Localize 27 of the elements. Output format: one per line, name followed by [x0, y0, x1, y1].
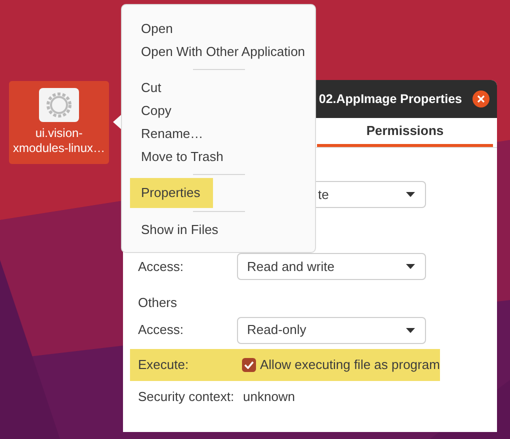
menu-item[interactable]: Move to Trash	[130, 145, 236, 168]
window-title: 02.AppImage Properties	[318, 90, 462, 108]
dropdown[interactable]: Read-only	[237, 316, 426, 344]
field-label: Execute:	[138, 356, 190, 374]
desktop-file-icon[interactable]: ui.vision-xmodules-linux…	[9, 81, 109, 164]
field-label: Access:	[138, 258, 185, 276]
file-name: ui.vision-xmodules-linux…	[12, 126, 106, 156]
checkbox-label[interactable]: Allow executing file as program	[260, 354, 440, 374]
dropdown[interactable]: te	[316, 181, 426, 208]
menu-item[interactable]: Open With Other Application	[130, 40, 318, 63]
dropdown-arrow-icon	[406, 192, 415, 197]
section-heading: Others	[138, 294, 178, 312]
menu-item[interactable]: Open	[130, 17, 186, 40]
menu-item[interactable]: Rename…	[130, 122, 216, 145]
field-value: unknown	[243, 388, 296, 406]
field-label: Security context:	[138, 388, 236, 406]
field-label: Access:	[138, 321, 185, 340]
dropdown-arrow-icon	[406, 264, 415, 269]
dropdown-arrow-icon	[406, 328, 415, 332]
menu-item[interactable]: Properties	[130, 178, 214, 208]
menu-item[interactable]: Copy	[130, 99, 184, 122]
checkbox[interactable]	[242, 358, 256, 372]
dropdown[interactable]: Read and write	[237, 253, 426, 280]
menu-item[interactable]: Cut	[130, 76, 174, 99]
menu-item[interactable]: Show in Files	[130, 218, 232, 241]
close-icon[interactable]	[472, 90, 490, 108]
gear-icon	[39, 88, 79, 122]
